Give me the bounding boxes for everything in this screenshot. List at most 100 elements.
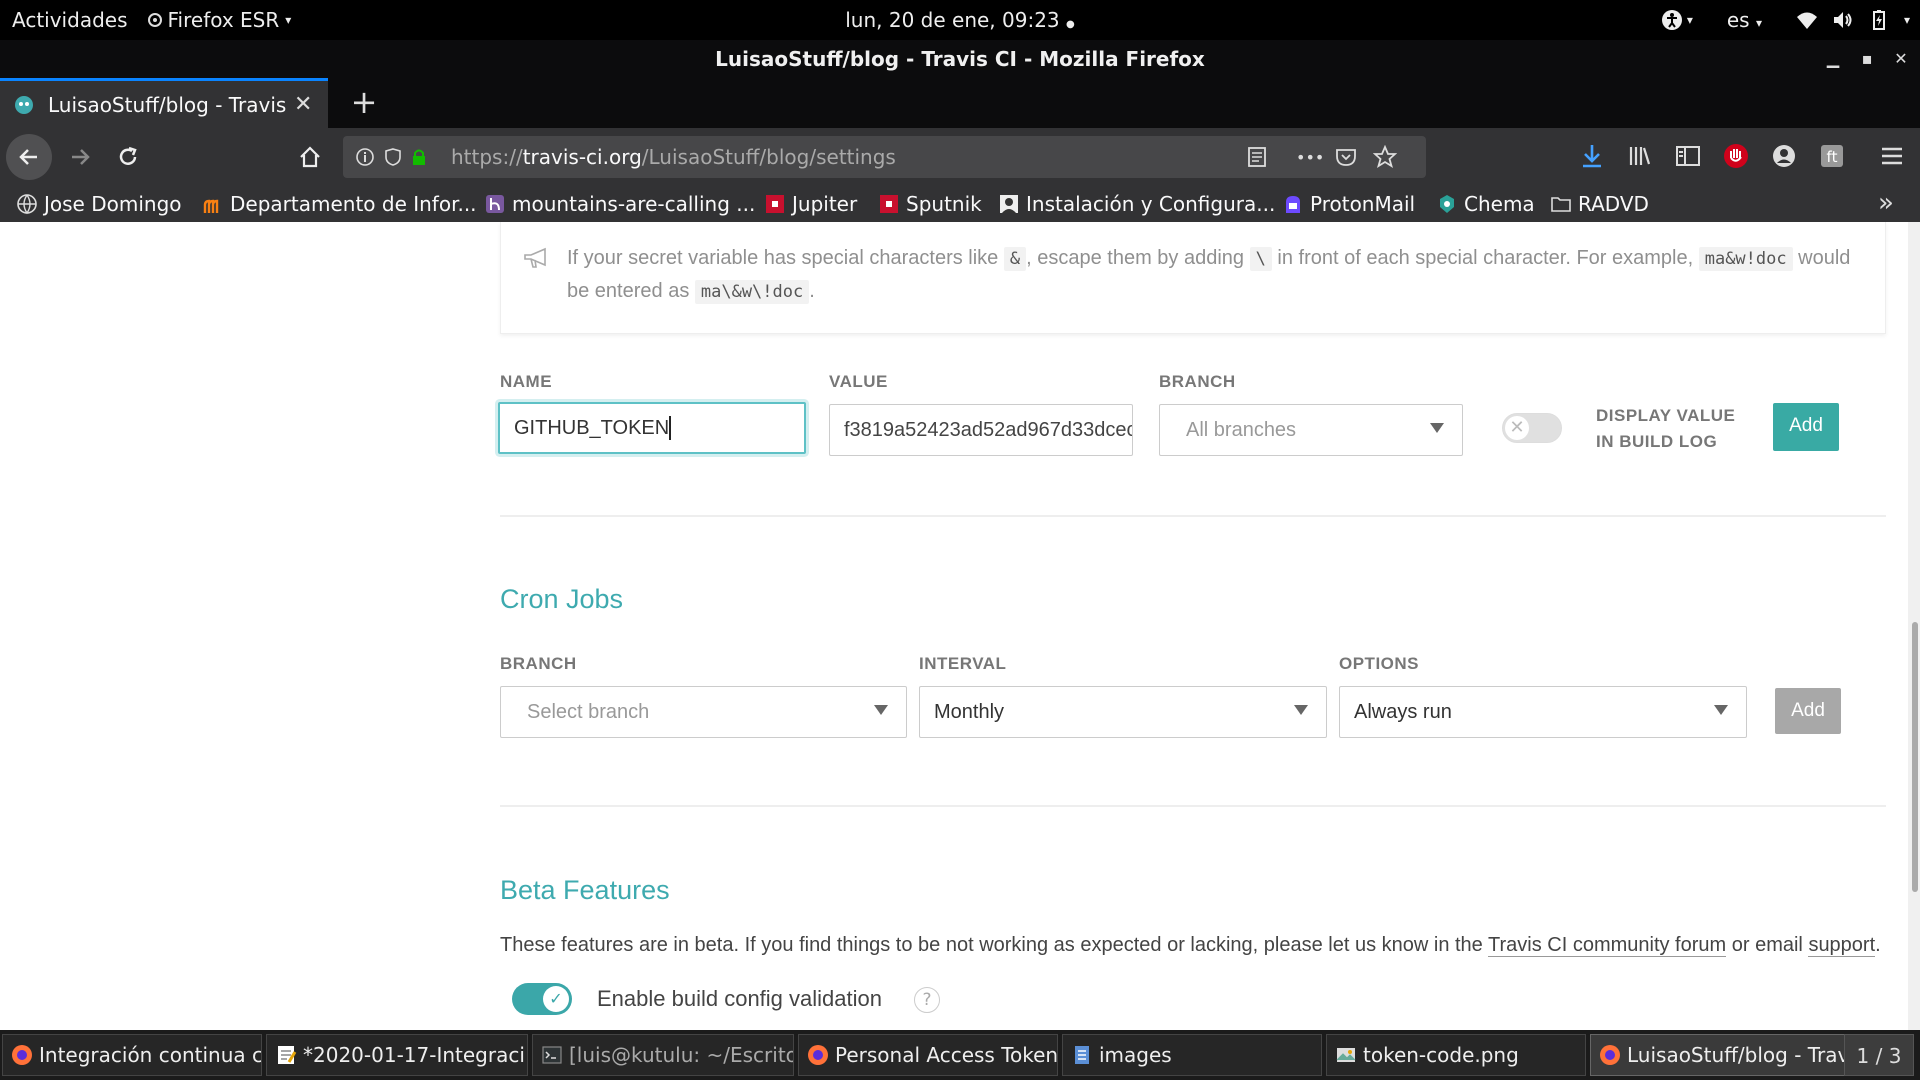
reload-button[interactable] [108, 137, 148, 177]
beta-text-part: These features are in beta. If you find … [500, 934, 1488, 956]
home-button[interactable] [290, 137, 330, 177]
extension-icon[interactable]: ft [1818, 142, 1846, 170]
task-integracion[interactable]: Integración continua co... [2, 1034, 262, 1076]
scrollbar-thumb[interactable] [1912, 622, 1918, 892]
env-name-value: GITHUB_TOKEN [514, 416, 670, 439]
note-text: If your secret variable has special char… [567, 242, 1867, 308]
library-icon[interactable] [1626, 142, 1654, 170]
close-window-button[interactable]: ✕ [1886, 40, 1916, 78]
page-actions-button[interactable]: ••• [1296, 148, 1324, 167]
cron-branch-select[interactable]: Select branch [500, 686, 907, 738]
url-text[interactable]: https://travis-ci.org/LuisaoStuff/blog/s… [451, 145, 896, 169]
sidebar-icon[interactable] [1674, 142, 1702, 170]
code-snippet: ma&w!doc [1698, 247, 1793, 271]
cron-branch-label: BRANCH [500, 654, 577, 673]
lock-icon[interactable] [409, 147, 429, 167]
accessibility-icon[interactable]: ▾ [1661, 9, 1693, 31]
navigation-bar: https://travis-ci.org/LuisaoStuff/blog/s… [0, 128, 1920, 186]
firefox-app-icon [147, 13, 162, 27]
display-value-toggle[interactable]: ✕ [1502, 413, 1562, 443]
add-cron-button[interactable]: Add [1775, 688, 1841, 734]
task-travis-blog[interactable]: LuisaoStuff/blog - Trav... [1590, 1034, 1846, 1076]
chevron-down-icon[interactable]: ▾ [1904, 13, 1910, 27]
env-value-input[interactable]: f3819a52423ad52ad967d33dcec [829, 404, 1133, 456]
wifi-icon[interactable] [1796, 9, 1818, 31]
app-menu[interactable]: Firefox ESR ▾ [147, 8, 291, 32]
hamburger-menu-icon[interactable] [1878, 142, 1906, 170]
tab-travis[interactable]: LuisaoStuff/blog - Travis CI ✕ [0, 78, 328, 128]
build-config-validation-toggle[interactable]: ✓ [512, 983, 572, 1015]
new-tab-button[interactable]: + [344, 78, 384, 128]
account-icon[interactable] [1770, 142, 1798, 170]
bookmark-label: Chema [1464, 192, 1535, 216]
community-forum-link[interactable]: Travis CI community forum [1488, 934, 1727, 957]
display-value-label-line1: DISPLAY VALUE [1596, 406, 1736, 425]
home-icon [300, 146, 320, 168]
task-gedit[interactable]: *2020-01-17-Integraci... [266, 1034, 528, 1076]
language-selector[interactable]: es ▾ [1727, 8, 1762, 32]
note-text-part: . [809, 280, 815, 302]
workspace-indicator[interactable]: 1 / 3 [1844, 1034, 1914, 1076]
task-label: token-code.png [1363, 1043, 1519, 1067]
tracking-shield-icon[interactable] [383, 147, 403, 167]
language-label: es [1726, 8, 1750, 32]
name-label: NAME [500, 372, 553, 391]
bookmark-sputnik[interactable]: Sputnik [878, 190, 982, 218]
task-token-code[interactable]: token-code.png [1326, 1034, 1586, 1076]
support-link[interactable]: support [1808, 934, 1876, 957]
taskbar: Integración continua co... *2020-01-17-I… [0, 1030, 1920, 1080]
task-terminal[interactable]: [luis@kutulu: ~/Escrito... [532, 1034, 794, 1076]
page-scrollbar[interactable] [1908, 222, 1920, 1030]
bookmark-mountains[interactable]: mountains-are-calling ... [484, 190, 755, 218]
arrow-left-icon [19, 149, 37, 165]
megaphone-icon [524, 247, 546, 268]
tab-title: LuisaoStuff/blog - Travis CI [48, 92, 288, 117]
ublock-icon[interactable] [1722, 142, 1750, 170]
bookmark-instalacion[interactable]: Instalación y Configura... [998, 190, 1275, 218]
files-icon [1075, 1046, 1089, 1064]
bookmark-radvd[interactable]: RADVD [1550, 190, 1649, 218]
downloads-icon[interactable] [1578, 142, 1606, 170]
battery-icon[interactable] [1868, 9, 1890, 31]
forward-button[interactable] [60, 137, 100, 177]
task-label: LuisaoStuff/blog - Trav... [1627, 1043, 1846, 1067]
chevron-down-icon: ▾ [1755, 16, 1762, 30]
bookmark-jose-domingo[interactable]: Jose Domingo [16, 190, 182, 218]
task-personal-access-token[interactable]: Personal Access Token... [798, 1034, 1058, 1076]
divider [500, 805, 1886, 807]
pocket-icon[interactable] [1335, 146, 1357, 168]
bookmark-protonmail[interactable]: ProtonMail [1282, 190, 1415, 218]
window-title-bar: LuisaoStuff/blog - Travis CI - Mozilla F… [0, 40, 1920, 78]
help-icon[interactable]: ? [914, 987, 940, 1013]
env-value-text: f3819a52423ad52ad967d33dcec [844, 418, 1133, 441]
beta-text-part: . [1875, 934, 1881, 956]
reader-view-icon[interactable] [1246, 146, 1268, 168]
bookmark-departamento[interactable]: Departamento de Infor... [202, 190, 477, 218]
close-tab-icon[interactable]: ✕ [294, 92, 312, 117]
bookmark-jupiter[interactable]: Jupiter [764, 190, 857, 218]
env-branch-select[interactable]: All branches [1159, 404, 1463, 456]
red-square-icon [880, 195, 898, 213]
task-label: Integración continua co... [39, 1043, 262, 1067]
add-env-var-button[interactable]: Add [1773, 403, 1839, 451]
volume-icon[interactable] [1832, 9, 1854, 31]
back-button[interactable] [6, 134, 52, 180]
cron-interval-select[interactable]: Monthly [919, 686, 1327, 738]
bookmark-label: mountains-are-calling ... [512, 192, 756, 216]
cron-options-select[interactable]: Always run [1339, 686, 1747, 738]
bookmark-star-icon[interactable] [1373, 145, 1397, 169]
activities-button[interactable]: Actividades [12, 8, 128, 32]
chevron-down-icon [1430, 423, 1444, 433]
bookmark-chema[interactable]: Chema [1436, 190, 1535, 218]
maximize-button[interactable]: ▪ [1852, 40, 1882, 78]
image-viewer-icon [1336, 1048, 1356, 1062]
minimize-button[interactable]: ▁ [1818, 40, 1848, 78]
url-bar[interactable]: https://travis-ci.org/LuisaoStuff/blog/s… [343, 136, 1426, 178]
clock[interactable]: lun, 20 de ene, 09:23 [845, 8, 1059, 32]
info-icon[interactable] [355, 147, 375, 167]
chevron-right-double-icon[interactable]: » [1878, 188, 1894, 218]
display-value-label-line2: IN BUILD LOG [1596, 432, 1718, 451]
task-images[interactable]: images [1062, 1034, 1322, 1076]
cron-interval-value: Monthly [934, 700, 1005, 723]
env-name-input[interactable]: GITHUB_TOKEN [498, 402, 806, 454]
